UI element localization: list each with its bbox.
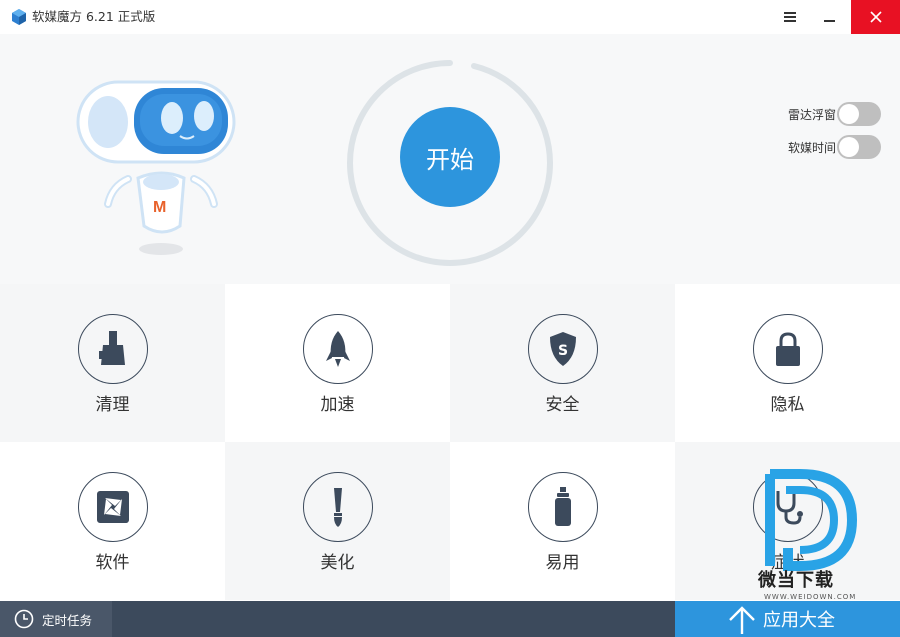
watermark-subtext: WWW.WEIDOWN.COM — [764, 593, 857, 601]
clock-icon — [14, 609, 34, 629]
scheduled-task-button[interactable]: 定时任务 — [0, 601, 112, 637]
close-icon — [869, 11, 882, 23]
rocket-icon — [302, 314, 373, 384]
lock-icon — [752, 314, 823, 384]
tile-label: 加速 — [320, 395, 355, 415]
time-toggle[interactable] — [837, 135, 881, 159]
tile-label: 安全 — [545, 395, 580, 415]
tile-label: 美化 — [320, 553, 355, 573]
bottle-icon — [527, 472, 598, 542]
toggle-knob — [839, 137, 859, 157]
toggle-knob — [839, 104, 859, 124]
time-toggle-row: 软媒时间 — [760, 134, 881, 160]
tool-grid: 清理 加速 S 安全 隐私 软件 美化 易用 症状 — [0, 284, 900, 601]
tile-label: 隐私 — [770, 395, 805, 415]
arrow-up-icon — [729, 606, 755, 634]
tile-privacy[interactable]: 隐私 — [675, 284, 900, 442]
tile-clean[interactable]: 清理 — [0, 284, 225, 442]
app-center-label: 应用大全 — [763, 610, 835, 631]
window-title: 软媒魔方 6.21 正式版 — [32, 9, 156, 24]
mascot-robot-icon: M — [76, 80, 236, 255]
stethoscope-icon — [752, 472, 823, 542]
radar-toggle-label: 雷达浮窗 — [787, 107, 836, 122]
aperture-icon — [77, 472, 148, 542]
close-button[interactable] — [851, 0, 900, 34]
bottom-bar: 定时任务 应用大全 — [0, 601, 900, 637]
tile-security[interactable]: S 安全 — [450, 284, 675, 442]
svg-text:S: S — [558, 343, 568, 359]
tile-label: 清理 — [95, 395, 130, 415]
tile-speedup[interactable]: 加速 — [225, 284, 450, 442]
tile-software[interactable]: 软件 — [0, 442, 225, 600]
broom-icon — [77, 314, 148, 384]
minimize-button[interactable] — [806, 0, 852, 34]
app-logo-icon — [12, 9, 26, 25]
tile-beautify[interactable]: 美化 — [225, 442, 450, 600]
brush-icon — [302, 472, 373, 542]
minimize-icon — [823, 20, 835, 22]
radar-toggle[interactable] — [837, 102, 881, 126]
scheduled-task-label: 定时任务 — [42, 612, 93, 628]
radar-toggle-row: 雷达浮窗 — [760, 101, 881, 127]
time-toggle-label: 软媒时间 — [787, 140, 836, 155]
tile-ease[interactable]: 易用 — [450, 442, 675, 600]
app-center-button[interactable]: 应用大全 — [675, 601, 900, 637]
mascot-badge: M — [153, 199, 166, 216]
tile-label: 软件 — [95, 553, 130, 573]
hero-panel: M 开始 雷达浮窗 软媒时间 — [0, 34, 900, 284]
watermark-text: 微当下载 — [758, 570, 834, 591]
shield-icon: S — [527, 314, 598, 384]
title-bar: 软媒魔方 6.21 正式版 — [0, 0, 900, 34]
menu-icon — [784, 12, 796, 22]
start-button[interactable]: 开始 — [400, 107, 500, 207]
tile-label: 易用 — [545, 553, 580, 573]
